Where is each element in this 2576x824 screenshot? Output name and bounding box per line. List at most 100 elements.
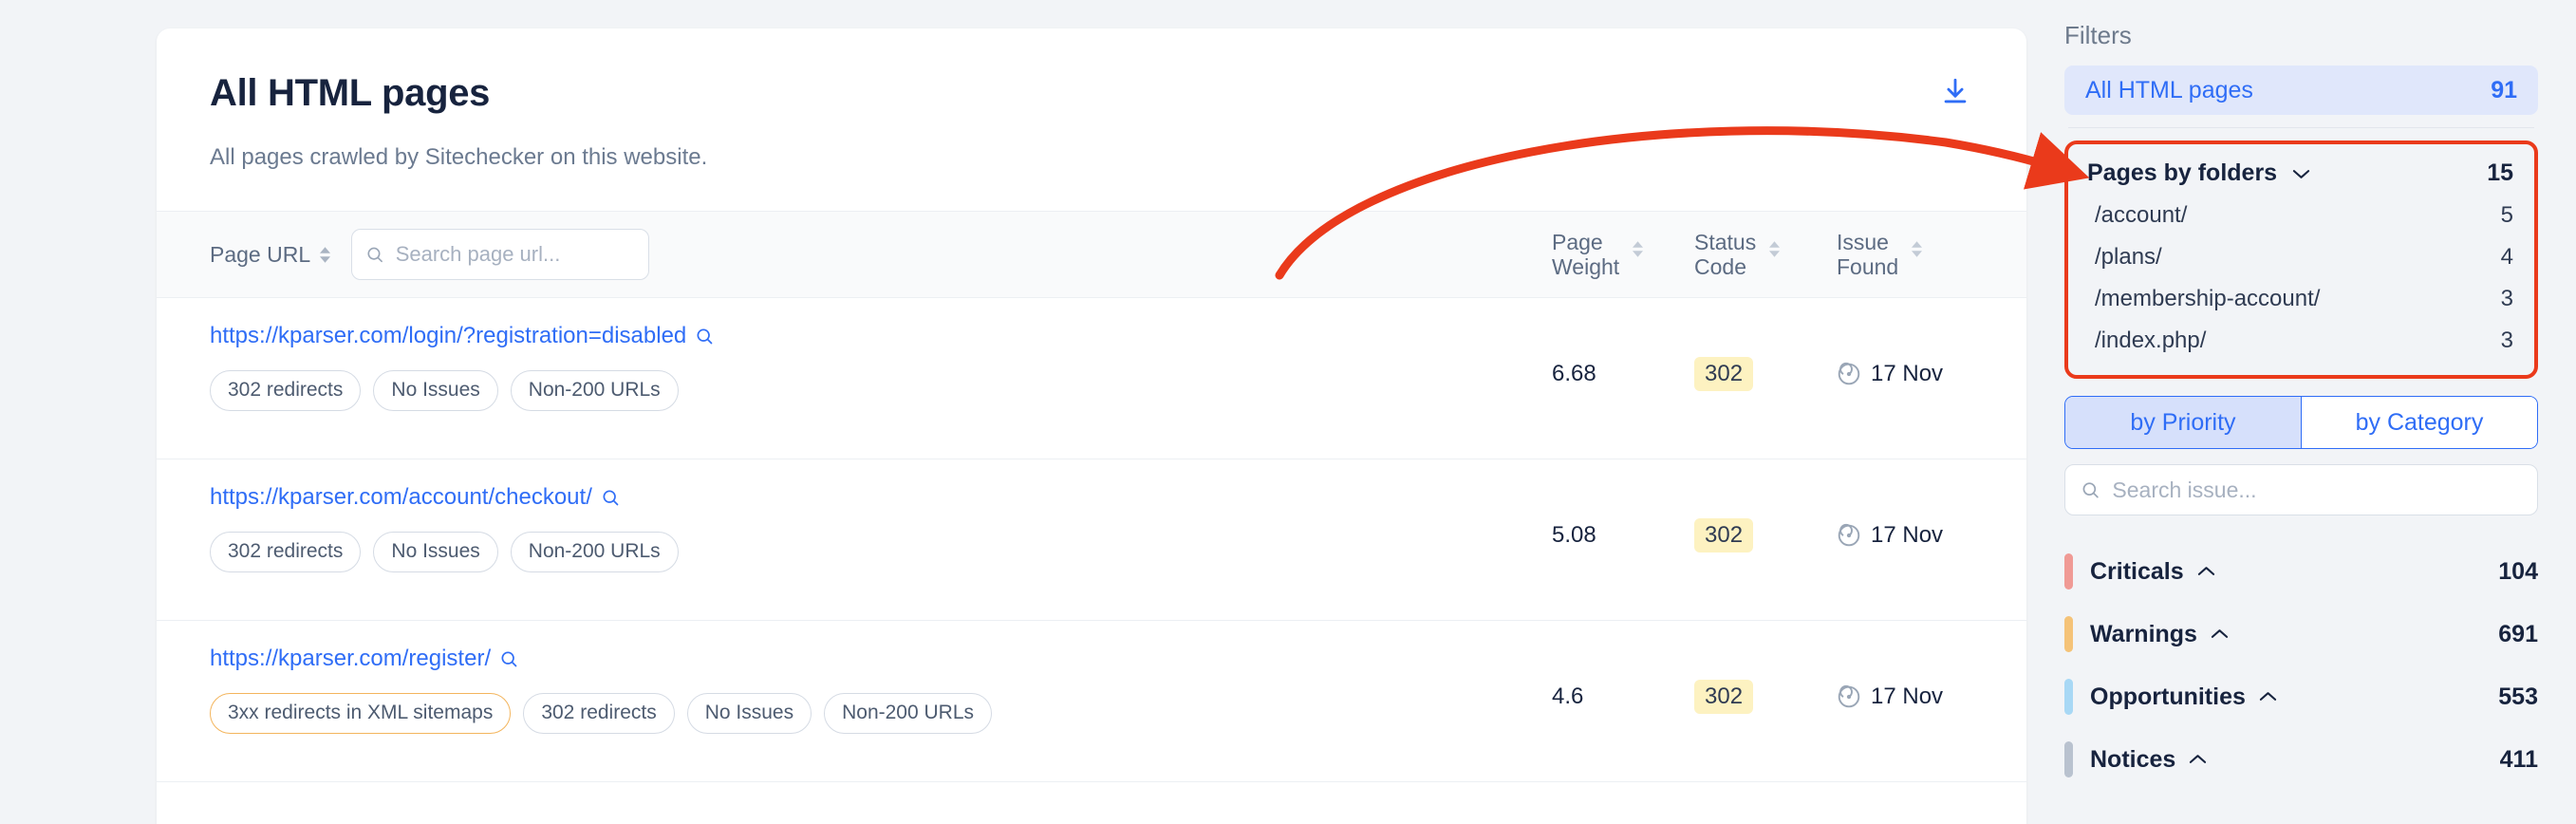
issue-badge[interactable]: 302 redirects — [210, 370, 362, 411]
issue-badges: 302 redirects No Issues Non-200 URLs — [210, 532, 2026, 572]
issue-badge[interactable]: No Issues — [373, 532, 498, 572]
folder-item[interactable]: /plans/ 4 — [2087, 236, 2513, 278]
table-body: https://kparser.com/login/?registration=… — [157, 298, 2026, 782]
priority-item[interactable]: Opportunities 553 — [2064, 665, 2538, 728]
issue-found-value: 17 Nov — [1837, 522, 1943, 549]
page-weight-value: 6.68 — [1552, 361, 1596, 386]
pages-by-folders-header[interactable]: Pages by folders 15 — [2087, 154, 2513, 195]
column-issue-found[interactable]: Issue Found — [1837, 230, 1960, 280]
status-code-value: 302 — [1694, 680, 1754, 714]
folder-name: /index.php/ — [2095, 328, 2207, 353]
chevron-up-icon[interactable] — [2189, 754, 2207, 765]
pages-by-folders-panel: Pages by folders 15 /account/ 5 /plans/ … — [2064, 140, 2538, 379]
page-url-link[interactable]: https://kparser.com/register/ — [210, 646, 518, 672]
card-header: All HTML pages All pages crawled by Site… — [157, 28, 2026, 171]
issue-badge[interactable]: Non-200 URLs — [510, 370, 679, 411]
download-icon — [1944, 78, 1967, 103]
priority-color-bar — [2064, 741, 2073, 777]
priority-label: Opportunities — [2090, 683, 2246, 710]
sort-icon[interactable] — [1912, 240, 1923, 257]
table-header: Page URL Page Weight — [157, 211, 2026, 298]
filter-all-html-pages[interactable]: All HTML pages 91 — [2064, 66, 2538, 115]
folder-count: 4 — [2500, 244, 2513, 270]
filter-all-html-pages-label: All HTML pages — [2085, 76, 2253, 103]
column-page-url[interactable]: Page URL — [210, 241, 331, 267]
all-html-pages-card: All HTML pages All pages crawled by Site… — [157, 28, 2026, 824]
issue-grouping-toggle: by Priority by Category — [2064, 396, 2538, 449]
page-url-link[interactable]: https://kparser.com/account/checkout/ — [210, 484, 620, 511]
priority-item[interactable]: Notices 411 — [2064, 728, 2538, 791]
folder-item[interactable]: /account/ 5 — [2087, 195, 2513, 236]
table-row: https://kparser.com/register/ 3xx redire… — [157, 621, 2026, 782]
priority-item[interactable]: Warnings 691 — [2064, 603, 2538, 665]
folder-count: 5 — [2500, 202, 2513, 228]
search-icon[interactable] — [601, 488, 620, 507]
issue-badges: 3xx redirects in XML sitemaps 302 redirec… — [210, 693, 2026, 734]
chevron-up-icon[interactable] — [2197, 566, 2215, 577]
folder-name: /plans/ — [2095, 244, 2162, 270]
search-page-url-box[interactable] — [351, 229, 650, 280]
filter-all-html-pages-count: 91 — [2491, 76, 2517, 103]
chevron-up-icon[interactable] — [2211, 628, 2229, 640]
priority-count: 411 — [2499, 745, 2538, 773]
search-issue-box[interactable] — [2064, 464, 2538, 515]
chevron-up-icon[interactable] — [2259, 691, 2277, 702]
issue-badge[interactable]: Non-200 URLs — [510, 532, 679, 572]
tab-by-priority[interactable]: by Priority — [2065, 397, 2301, 448]
sort-icon[interactable] — [1633, 240, 1644, 257]
issue-badge[interactable]: 302 redirects — [210, 532, 362, 572]
page-weight-value: 5.08 — [1552, 522, 1596, 548]
folder-list: /account/ 5 /plans/ 4 /membership-accoun… — [2087, 195, 2513, 362]
priority-item[interactable]: Criticals 104 — [2064, 540, 2538, 603]
search-issue-input[interactable] — [2112, 477, 2522, 503]
sort-icon[interactable] — [1769, 240, 1781, 257]
priority-color-bar — [2064, 616, 2073, 652]
column-page-weight-label: Page Weight — [1552, 229, 1620, 279]
folder-count: 3 — [2500, 286, 2513, 311]
page-subtitle: All pages crawled by Sitechecker on this… — [210, 144, 708, 170]
issue-badge[interactable]: 302 redirects — [523, 693, 675, 734]
search-icon[interactable] — [695, 327, 714, 346]
chevron-down-icon[interactable] — [2292, 168, 2310, 179]
folder-item[interactable]: /membership-account/ 3 — [2087, 278, 2513, 320]
status-code-value: 302 — [1694, 518, 1754, 552]
column-status-code-label: Status Code — [1694, 229, 1757, 279]
issue-found-icon — [1838, 362, 1860, 385]
priority-list: Criticals 104 Warnings 691 Opportunities… — [2064, 540, 2538, 791]
search-icon[interactable] — [499, 649, 518, 668]
priority-label: Warnings — [2090, 620, 2197, 647]
pages-by-folders-label: Pages by folders — [2087, 159, 2278, 186]
search-icon — [2082, 482, 2099, 498]
sort-icon[interactable] — [320, 246, 331, 263]
priority-color-bar — [2064, 679, 2073, 715]
column-page-weight[interactable]: Page Weight — [1552, 230, 1666, 280]
page-url-link[interactable]: https://kparser.com/login/?registration=… — [210, 323, 714, 349]
folder-name: /membership-account/ — [2095, 286, 2321, 311]
issue-badge[interactable]: 3xx redirects in XML sitemaps — [210, 693, 512, 734]
filters-title: Filters — [2064, 21, 2132, 49]
search-page-url-input[interactable] — [395, 242, 636, 267]
filters-sidebar: Filters All HTML pages 91 Pages by folde… — [2036, 0, 2576, 824]
folder-name: /account/ — [2095, 202, 2188, 228]
issue-found-icon — [1838, 523, 1860, 547]
priority-label: Criticals — [2090, 557, 2184, 585]
column-page-url-label: Page URL — [210, 241, 311, 267]
folder-item[interactable]: /index.php/ 3 — [2087, 320, 2513, 362]
priority-count: 553 — [2498, 683, 2538, 710]
issue-badge[interactable]: No Issues — [373, 370, 498, 411]
tab-by-category[interactable]: by Category — [2301, 397, 2537, 448]
issue-badge[interactable]: No Issues — [686, 693, 812, 734]
issue-badge[interactable]: Non-200 URLs — [824, 693, 993, 734]
issue-found-icon — [1838, 684, 1860, 708]
divider — [2068, 127, 2534, 128]
download-button[interactable] — [1933, 70, 1977, 114]
status-code-value: 302 — [1694, 357, 1754, 391]
folder-count: 3 — [2500, 328, 2513, 353]
priority-label: Notices — [2090, 745, 2176, 773]
column-status-code[interactable]: Status Code — [1694, 230, 1808, 280]
pages-by-folders-count: 15 — [2487, 159, 2513, 186]
screen: All HTML pages All pages crawled by Site… — [0, 0, 2576, 824]
priority-count: 104 — [2498, 557, 2538, 585]
column-issue-found-label: Issue Found — [1837, 229, 1899, 279]
priority-count: 691 — [2498, 620, 2538, 647]
